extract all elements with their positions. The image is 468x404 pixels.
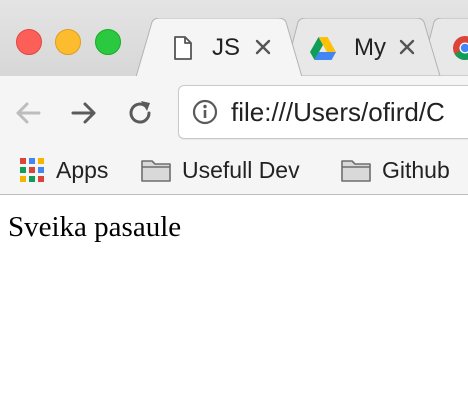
browser-toolbar: file:///Users/ofird/C	[0, 76, 468, 146]
bookmark-usefull-dev[interactable]: Usefull Dev	[140, 154, 300, 186]
info-icon[interactable]	[192, 99, 218, 125]
bookmark-apps[interactable]: Apps	[18, 154, 108, 186]
bookmarks-bar: Apps Usefull Dev Github	[0, 146, 468, 195]
tab-1[interactable]: JS	[136, 18, 306, 77]
google-chrome-icon	[453, 36, 468, 60]
folder-icon	[341, 160, 371, 182]
apps-grid-icon	[20, 158, 44, 182]
close-window-button[interactable]	[16, 29, 42, 55]
page-content: Sveika pasaule	[0, 195, 468, 404]
google-drive-icon	[310, 37, 336, 60]
address-bar[interactable]: file:///Users/ofird/C	[178, 85, 468, 139]
back-arrow-icon[interactable]	[12, 97, 44, 129]
zoom-window-button[interactable]	[95, 29, 121, 55]
url-text[interactable]: file:///Users/ofird/C	[231, 97, 445, 128]
bookmark-apps-label: Apps	[56, 156, 109, 183]
tab-2-title: My	[354, 34, 386, 61]
bookmark-github[interactable]: Github	[340, 154, 450, 186]
page-text: Sveika pasaule	[8, 211, 182, 243]
reload-icon[interactable]	[124, 97, 156, 129]
tab-2[interactable]: My	[284, 18, 444, 76]
forward-arrow-icon[interactable]	[68, 97, 100, 129]
close-tab-icon[interactable]	[396, 36, 418, 58]
tab-1-title: JS	[212, 34, 241, 61]
document-icon	[174, 36, 192, 60]
bookmark-usefull-dev-label: Usefull Dev	[182, 156, 300, 183]
minimize-window-button[interactable]	[55, 29, 81, 55]
folder-icon	[141, 160, 171, 182]
bookmark-github-label: Github	[382, 156, 450, 183]
title-bar: My JS	[0, 0, 468, 77]
close-tab-icon[interactable]	[252, 36, 274, 58]
